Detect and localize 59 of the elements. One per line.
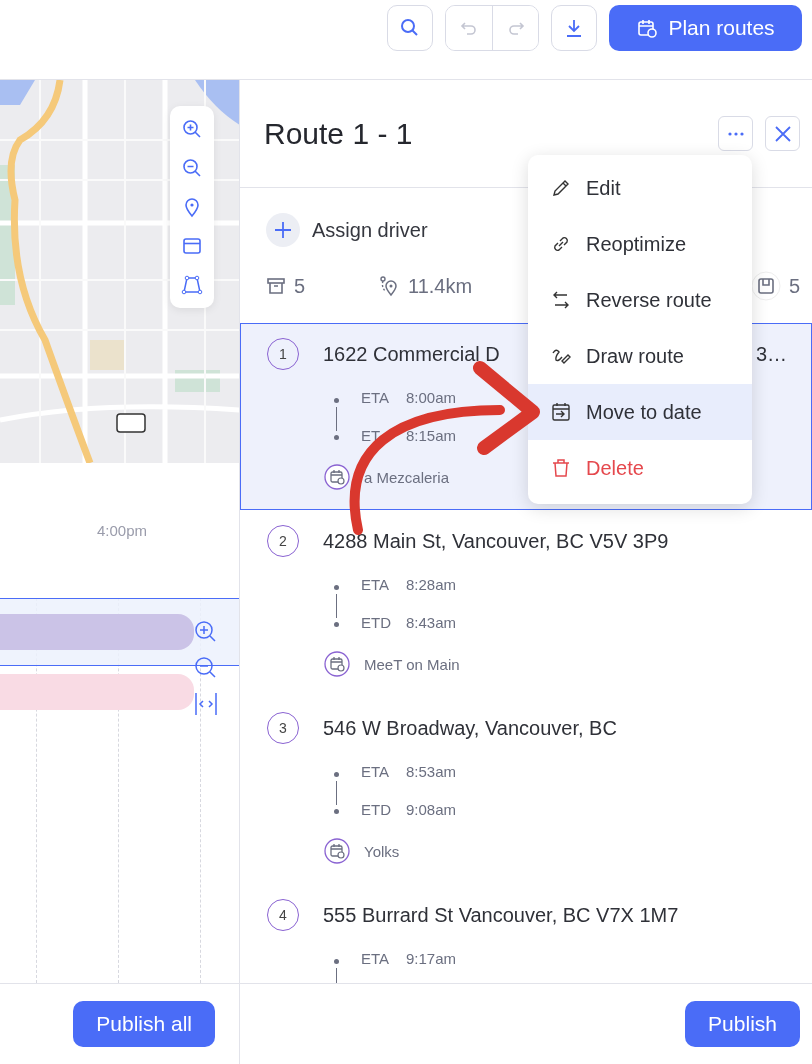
box-icon xyxy=(266,276,286,296)
assign-driver-label: Assign driver xyxy=(312,218,428,242)
download-button[interactable] xyxy=(551,5,597,51)
time-value: 8:15am xyxy=(406,426,457,444)
time-value: 8:43am xyxy=(406,613,457,631)
place-name: MeeT on Main xyxy=(364,655,460,673)
publish-button[interactable]: Publish xyxy=(685,1001,800,1047)
menu-item[interactable]: Move to date xyxy=(528,384,752,440)
time-type: ETD xyxy=(361,800,392,818)
polygon-icon[interactable] xyxy=(181,274,203,296)
search-button[interactable] xyxy=(387,5,433,51)
time-value: 9:08am xyxy=(406,800,457,818)
time-type: ETA xyxy=(361,575,391,593)
menu-item[interactable]: Edit xyxy=(528,160,752,216)
time-type: ETA xyxy=(361,949,391,967)
stop-address: 555 Burrard St Vancouver, BC V7X 1M7 xyxy=(323,903,679,927)
close-button[interactable] xyxy=(765,116,800,151)
more-icon xyxy=(726,130,745,137)
zoom-out-icon[interactable] xyxy=(181,157,203,179)
fit-width-icon[interactable] xyxy=(193,691,219,717)
stat-value: 5 xyxy=(294,274,306,298)
trash-icon xyxy=(550,457,572,479)
place-name: a Mezcaleria xyxy=(364,468,450,486)
plus-icon xyxy=(273,220,293,240)
calendar-clock-icon xyxy=(324,464,350,490)
time-value: 8:00am xyxy=(406,388,457,406)
time-value: 9:17am xyxy=(406,949,457,967)
time-value: 8:53am xyxy=(406,762,457,780)
stop-address-end: 3… xyxy=(755,342,787,366)
route-pin-icon xyxy=(378,275,400,297)
stat-value: 5 xyxy=(788,274,800,298)
add-driver-button[interactable] xyxy=(266,213,300,247)
stop-address: 4288 Main St, Vancouver, BC V5V 3P9 xyxy=(323,529,669,553)
time-type: ETA xyxy=(361,388,391,406)
plan-routes-button[interactable]: Plan routes xyxy=(609,5,802,51)
publish-all-button[interactable]: Publish all xyxy=(73,1001,215,1047)
stop-item[interactable]: 4 555 Burrard St Vancouver, BC V7X 1M7 ETA 9:17am xyxy=(240,884,812,983)
stop-address: 1622 Commercial D xyxy=(323,342,500,366)
stop-item[interactable]: 3 546 W Broadway, Vancouver, BC ETA 8:53am ETD 9:08am Yolks xyxy=(240,697,812,884)
calendar-clock-icon xyxy=(324,651,350,677)
stat-value: 11.4km xyxy=(408,274,473,298)
calendar-clock-icon xyxy=(636,17,659,39)
time-value: 8:28am xyxy=(406,575,457,593)
calendar-clock-icon xyxy=(324,838,350,864)
menu-item[interactable]: Delete xyxy=(528,440,752,496)
stop-address: 546 W Broadway, Vancouver, BC xyxy=(323,716,617,740)
time-type: ET xyxy=(361,426,382,444)
menu-item[interactable]: Reoptimize xyxy=(528,216,752,272)
window-icon[interactable] xyxy=(181,235,203,257)
route-title: Route 1 - 1 xyxy=(264,116,413,151)
time-type: ETD xyxy=(361,613,392,631)
stop-item[interactable]: 2 4288 Main St, Vancouver, BC V5V 3P9 ETA 8:28am ETD 8:43am MeeT on Main xyxy=(240,510,812,697)
menu-item[interactable]: Draw route xyxy=(528,328,752,384)
time-label: 4:00pm xyxy=(96,522,147,539)
time-type: ETA xyxy=(361,762,391,780)
close-icon xyxy=(773,124,792,143)
selected-lane[interactable] xyxy=(0,598,239,666)
zoom-in-icon[interactable] xyxy=(181,118,203,140)
place-name: Yolks xyxy=(364,842,400,860)
